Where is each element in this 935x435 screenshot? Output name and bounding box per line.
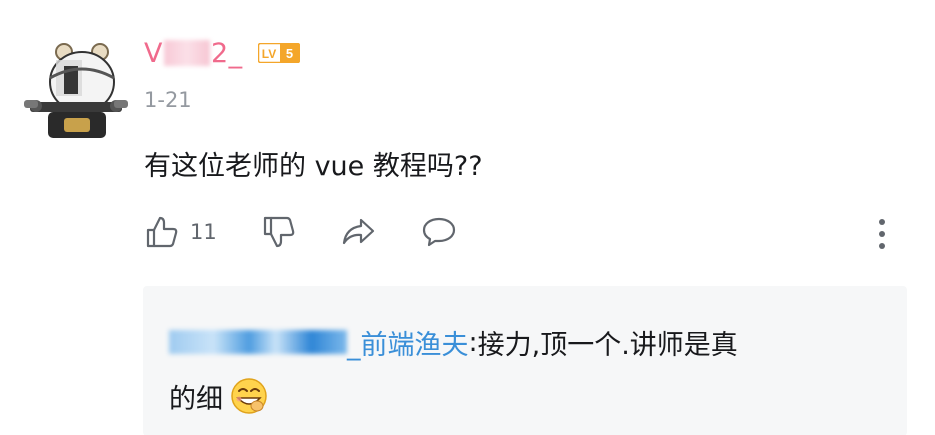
username-redacted	[163, 40, 210, 66]
level-badge-number: 5	[286, 46, 293, 61]
reply-preview-box[interactable]: _前端渔夫 : 接力,顶一个.讲师是真 的细	[143, 286, 907, 435]
reply-author-name[interactable]: _前端渔夫	[347, 323, 469, 362]
reply-text-line2: 的细	[169, 383, 223, 415]
comment-body: 有这位老师的 vue 教程吗??	[144, 151, 483, 182]
reply-author-redacted	[169, 330, 347, 354]
avatar-character-icon	[24, 43, 128, 138]
comment-action-bar: 11	[144, 210, 457, 254]
grinning-emoji-icon	[231, 378, 267, 414]
level-badge-lv: LV	[262, 47, 276, 61]
user-avatar[interactable]	[20, 40, 130, 150]
reply-line-2: 的细	[169, 376, 269, 416]
comment-bubble-icon[interactable]	[421, 214, 457, 250]
like-count: 11	[190, 220, 217, 244]
comment-card: V 2_ LV 5 1-21 有这位老师的 vue 教程吗?? 11 _前端渔夫…	[0, 0, 935, 435]
level-badge-icon: LV 5	[258, 43, 300, 63]
more-vertical-icon[interactable]	[872, 214, 892, 254]
reply-line-1: _前端渔夫 : 接力,顶一个.讲师是真	[169, 322, 738, 362]
comment-username[interactable]: V 2_	[144, 36, 243, 70]
username-prefix: V	[144, 37, 163, 69]
thumbs-up-icon[interactable]	[144, 214, 180, 250]
share-arrow-icon[interactable]	[341, 214, 377, 250]
thumbs-down-icon[interactable]	[261, 214, 297, 250]
reply-text-line1: 接力,顶一个.讲师是真	[477, 329, 738, 361]
reply-separator: :	[468, 326, 478, 358]
username-suffix: 2_	[210, 37, 243, 69]
comment-timestamp: 1-21	[144, 88, 192, 112]
